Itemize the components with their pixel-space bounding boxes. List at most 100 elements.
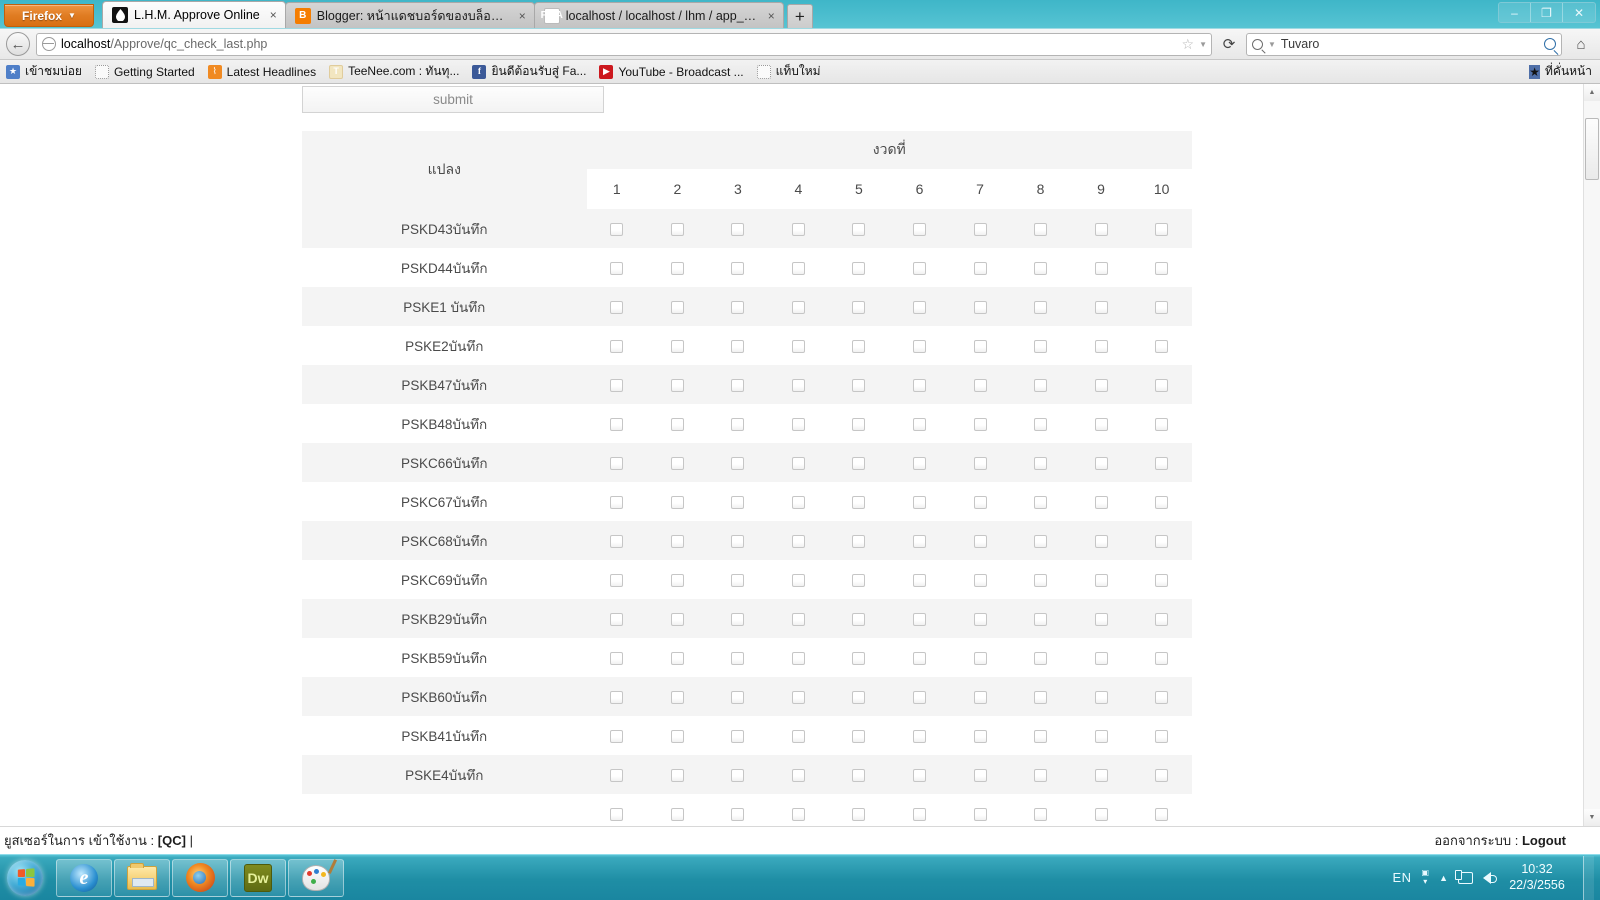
clock[interactable]: 10:32 22/3/2556: [1501, 862, 1573, 893]
checkbox-cell[interactable]: [889, 638, 950, 677]
period-checkbox[interactable]: [670, 651, 684, 665]
checkbox-cell[interactable]: [1010, 716, 1071, 755]
period-checkbox[interactable]: [670, 534, 684, 548]
period-checkbox[interactable]: [791, 378, 805, 392]
checkbox-cell[interactable]: [1131, 248, 1192, 287]
period-checkbox[interactable]: [852, 690, 866, 704]
period-checkbox[interactable]: [610, 807, 624, 821]
period-checkbox[interactable]: [610, 417, 624, 431]
logout-link[interactable]: Logout: [1522, 833, 1566, 848]
checkbox-cell[interactable]: [647, 599, 708, 638]
period-checkbox[interactable]: [973, 339, 987, 353]
period-checkbox[interactable]: [912, 378, 926, 392]
checkbox-cell[interactable]: [1131, 209, 1192, 248]
period-checkbox[interactable]: [791, 222, 805, 236]
period-checkbox[interactable]: [731, 768, 745, 782]
checkbox-cell[interactable]: [587, 755, 648, 794]
checkbox-cell[interactable]: [829, 326, 890, 365]
checkbox-cell[interactable]: [1131, 599, 1192, 638]
checkbox-cell[interactable]: [950, 599, 1011, 638]
taskbar-item-internet-explorer[interactable]: e: [56, 858, 112, 897]
checkbox-cell[interactable]: [768, 209, 829, 248]
checkbox-cell[interactable]: [1071, 326, 1132, 365]
period-checkbox[interactable]: [791, 261, 805, 275]
period-checkbox[interactable]: [791, 534, 805, 548]
period-checkbox[interactable]: [852, 495, 866, 509]
checkbox-cell[interactable]: [768, 365, 829, 404]
period-checkbox[interactable]: [610, 651, 624, 665]
checkbox-cell[interactable]: [768, 716, 829, 755]
period-checkbox[interactable]: [1155, 573, 1169, 587]
home-icon[interactable]: ⌂: [1568, 36, 1594, 53]
period-checkbox[interactable]: [670, 378, 684, 392]
period-checkbox[interactable]: [1155, 651, 1169, 665]
checkbox-cell[interactable]: [1131, 677, 1192, 716]
checkbox-cell[interactable]: [1071, 755, 1132, 794]
period-checkbox[interactable]: [912, 807, 926, 821]
period-checkbox[interactable]: [731, 651, 745, 665]
period-checkbox[interactable]: [791, 456, 805, 470]
checkbox-cell[interactable]: [768, 755, 829, 794]
checkbox-cell[interactable]: [708, 716, 769, 755]
checkbox-cell[interactable]: [950, 443, 1011, 482]
period-checkbox[interactable]: [1155, 222, 1169, 236]
period-checkbox[interactable]: [731, 534, 745, 548]
period-checkbox[interactable]: [610, 612, 624, 626]
period-checkbox[interactable]: [1155, 807, 1169, 821]
period-checkbox[interactable]: [1034, 456, 1048, 470]
period-checkbox[interactable]: [1094, 261, 1108, 275]
period-checkbox[interactable]: [1094, 612, 1108, 626]
checkbox-cell[interactable]: [708, 365, 769, 404]
checkbox-cell[interactable]: [1010, 209, 1071, 248]
volume-icon[interactable]: [1483, 871, 1497, 884]
checkbox-cell[interactable]: [829, 209, 890, 248]
period-checkbox[interactable]: [1155, 612, 1169, 626]
period-checkbox[interactable]: [791, 612, 805, 626]
checkbox-cell[interactable]: [708, 404, 769, 443]
period-checkbox[interactable]: [791, 690, 805, 704]
period-checkbox[interactable]: [852, 456, 866, 470]
show-desktop-button[interactable]: [1583, 855, 1594, 900]
period-checkbox[interactable]: [973, 378, 987, 392]
checkbox-cell[interactable]: [1010, 287, 1071, 326]
checkbox-cell[interactable]: [1071, 794, 1132, 826]
checkbox-cell[interactable]: [587, 716, 648, 755]
period-checkbox[interactable]: [912, 417, 926, 431]
period-checkbox[interactable]: [912, 339, 926, 353]
checkbox-cell[interactable]: [708, 326, 769, 365]
back-button[interactable]: ←: [6, 32, 30, 56]
checkbox-cell[interactable]: [587, 521, 648, 560]
checkbox-cell[interactable]: [1010, 755, 1071, 794]
page-scrollbar[interactable]: ▲ ▼: [1583, 84, 1600, 826]
period-checkbox[interactable]: [852, 261, 866, 275]
checkbox-cell[interactable]: [708, 521, 769, 560]
checkbox-cell[interactable]: [708, 560, 769, 599]
period-checkbox[interactable]: [973, 456, 987, 470]
checkbox-cell[interactable]: [768, 248, 829, 287]
checkbox-cell[interactable]: [587, 794, 648, 826]
checkbox-cell[interactable]: [829, 443, 890, 482]
checkbox-cell[interactable]: [950, 794, 1011, 826]
period-checkbox[interactable]: [1094, 690, 1108, 704]
period-checkbox[interactable]: [731, 612, 745, 626]
period-checkbox[interactable]: [852, 573, 866, 587]
period-checkbox[interactable]: [852, 339, 866, 353]
checkbox-cell[interactable]: [889, 716, 950, 755]
period-checkbox[interactable]: [610, 495, 624, 509]
bookmarks-menu-button[interactable]: ★ ที่คั่นหน้า: [1529, 62, 1592, 81]
period-checkbox[interactable]: [1034, 690, 1048, 704]
checkbox-cell[interactable]: [1010, 443, 1071, 482]
period-checkbox[interactable]: [1094, 807, 1108, 821]
checkbox-cell[interactable]: [950, 287, 1011, 326]
checkbox-cell[interactable]: [647, 287, 708, 326]
period-checkbox[interactable]: [670, 768, 684, 782]
close-icon[interactable]: ×: [519, 9, 526, 23]
period-checkbox[interactable]: [912, 690, 926, 704]
tray-expand-icon[interactable]: ▣ ▾: [1422, 869, 1430, 886]
period-checkbox[interactable]: [791, 768, 805, 782]
checkbox-cell[interactable]: [1131, 365, 1192, 404]
checkbox-cell[interactable]: [768, 521, 829, 560]
checkbox-cell[interactable]: [768, 677, 829, 716]
period-checkbox[interactable]: [912, 651, 926, 665]
checkbox-cell[interactable]: [647, 521, 708, 560]
